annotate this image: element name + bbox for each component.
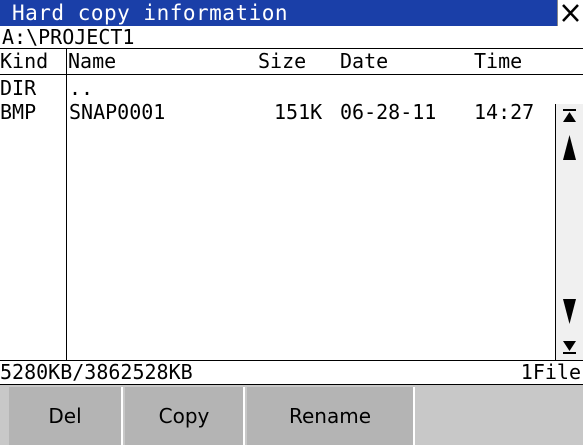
delete-button[interactable]: Del bbox=[9, 387, 123, 445]
scroll-down-button[interactable] bbox=[556, 294, 583, 330]
scroll-up-icon bbox=[563, 135, 576, 160]
file-row[interactable]: DIR .. bbox=[0, 76, 555, 100]
button-bar: Del Copy Rename bbox=[0, 385, 583, 445]
column-name[interactable]: Name bbox=[68, 49, 116, 74]
file-row[interactable]: BMP SNAP0001 151K 06-28-11 14:27 bbox=[0, 100, 555, 124]
scroll-up-button[interactable] bbox=[556, 129, 583, 165]
scroll-bottom-button[interactable] bbox=[556, 337, 583, 357]
scroll-top-button[interactable] bbox=[556, 106, 583, 126]
scroll-down-icon bbox=[563, 299, 576, 324]
column-time[interactable]: Time bbox=[474, 49, 522, 74]
capacity-text: 5280KB/3862528KB bbox=[0, 360, 193, 384]
file-kind: BMP bbox=[0, 100, 37, 124]
close-icon bbox=[562, 4, 579, 22]
rename-button[interactable]: Rename bbox=[247, 387, 415, 445]
column-kind[interactable]: Kind bbox=[0, 49, 48, 74]
file-name: .. bbox=[69, 76, 94, 100]
status-bar: 5280KB/3862528KB 1File bbox=[0, 360, 583, 385]
scroll-to-top-icon bbox=[563, 109, 576, 122]
column-size[interactable]: Size bbox=[258, 49, 306, 74]
file-kind: DIR bbox=[0, 76, 37, 100]
column-header: Kind Name Size Date Time bbox=[0, 48, 583, 75]
file-date: 06-28-11 bbox=[340, 100, 437, 124]
scroll-to-bottom-icon bbox=[563, 341, 576, 354]
file-size: 151K bbox=[274, 100, 323, 124]
file-name: SNAP0001 bbox=[69, 100, 166, 124]
file-list: DIR .. BMP SNAP0001 151K 06-28-11 14:27 bbox=[0, 76, 555, 124]
file-count: 1File bbox=[520, 360, 581, 384]
column-date[interactable]: Date bbox=[340, 49, 388, 74]
title-bar: Hard copy information bbox=[0, 0, 583, 26]
current-path: A:\PROJECT1 bbox=[2, 25, 135, 49]
scrollbar[interactable] bbox=[555, 104, 583, 360]
file-time: 14:27 bbox=[474, 100, 535, 124]
close-button[interactable] bbox=[557, 0, 583, 26]
copy-button[interactable]: Copy bbox=[125, 387, 245, 445]
window-title: Hard copy information bbox=[12, 1, 289, 25]
